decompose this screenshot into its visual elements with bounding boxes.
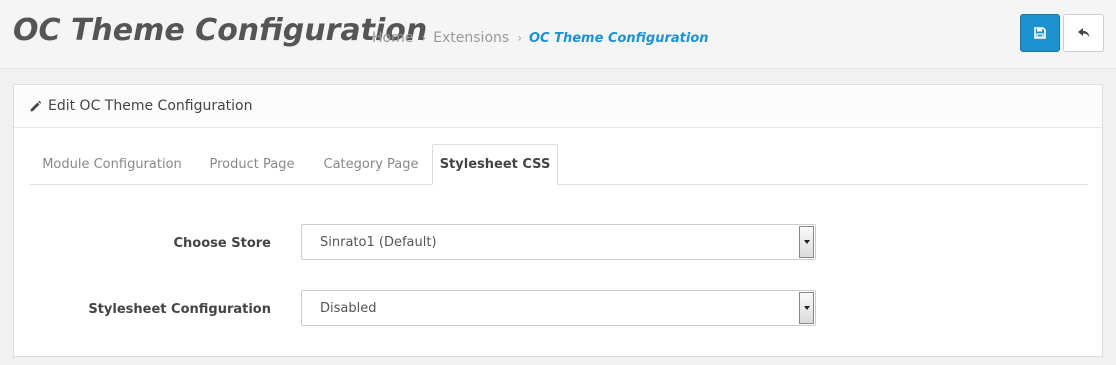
store-select[interactable]: Sinrato1 (Default): [301, 224, 816, 260]
stylesheet-configuration-label: Stylesheet Configuration: [88, 302, 271, 317]
pencil-icon: [30, 100, 42, 111]
save-icon: [1034, 27, 1046, 39]
breadcrumb-extensions[interactable]: Extensions: [433, 30, 509, 46]
tab-category-page[interactable]: Category Page: [310, 144, 432, 185]
breadcrumb-separator: ›: [517, 31, 522, 45]
tab-bar: Module Configuration Product Page Catego…: [30, 144, 1088, 185]
choose-store-label: Choose Store: [173, 236, 271, 251]
stylesheet-select[interactable]: Disabled: [301, 290, 816, 326]
chevron-down-icon: [799, 226, 814, 258]
tab-module-configuration[interactable]: Module Configuration: [30, 144, 194, 185]
panel-heading: Edit OC Theme Configuration: [14, 85, 1102, 128]
breadcrumb-home[interactable]: Home: [372, 30, 413, 46]
edit-panel: Edit OC Theme Configuration Module Confi…: [13, 84, 1103, 357]
tab-stylesheet-css[interactable]: Stylesheet CSS: [432, 144, 558, 185]
breadcrumb-current[interactable]: OC Theme Configuration: [529, 31, 709, 46]
chevron-down-icon: [799, 292, 814, 324]
reply-icon: [1077, 28, 1089, 38]
page-title: OC Theme Configuration: [13, 13, 428, 48]
tab-product-page[interactable]: Product Page: [196, 144, 308, 185]
page-header: OC Theme Configuration Home › Extensions…: [0, 0, 1116, 69]
stylesheet-select-value: Disabled: [320, 300, 377, 316]
panel-title: Edit OC Theme Configuration: [48, 98, 253, 114]
breadcrumb-separator: ›: [421, 31, 427, 45]
save-button[interactable]: [1020, 14, 1060, 52]
store-select-value: Sinrato1 (Default): [320, 234, 437, 250]
back-button[interactable]: [1063, 14, 1104, 52]
breadcrumb: Home › Extensions › OC Theme Configurati…: [372, 30, 709, 46]
